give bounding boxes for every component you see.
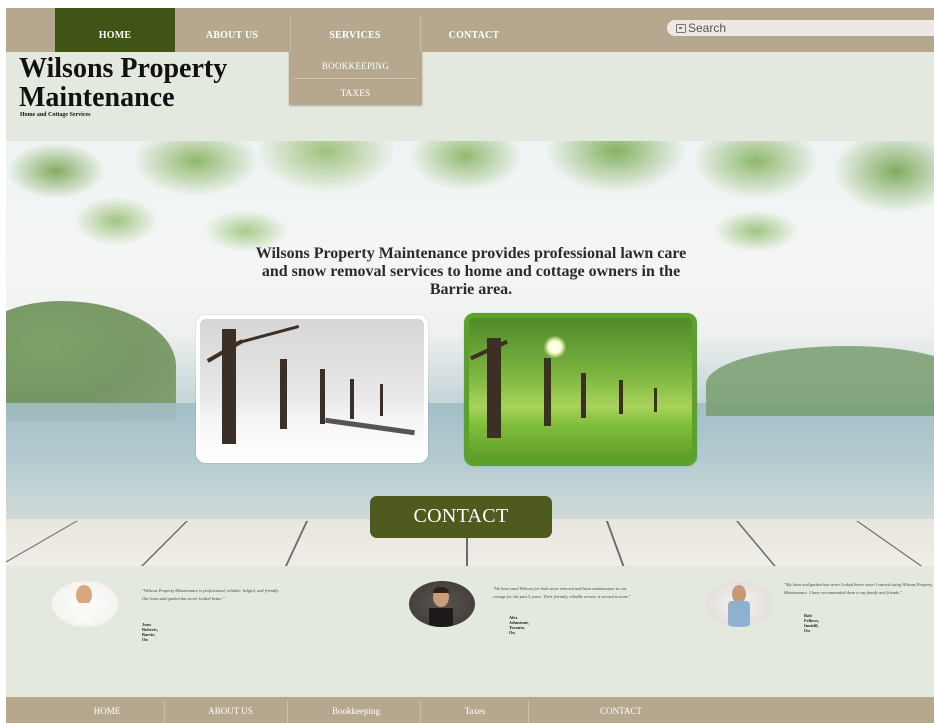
footer-home[interactable]: HOME — [55, 697, 159, 723]
stone-wall — [325, 417, 415, 436]
tree-trunk — [619, 380, 623, 414]
footer-bookkeeping[interactable]: Bookkeeping — [290, 697, 422, 723]
nav-contact[interactable]: CONTACT — [420, 8, 528, 52]
dropdown-item-bookkeeping[interactable]: BOOKKEEPING — [289, 52, 422, 78]
avatar-body — [728, 601, 750, 627]
testimonial-quote: "Wilsons Property Maintenance is profess… — [142, 588, 280, 601]
footer-divider — [528, 700, 529, 722]
services-dropdown: BOOKKEEPING TAXES — [289, 52, 422, 105]
tree-trunk — [581, 373, 586, 418]
avatar-body — [429, 608, 453, 627]
tree-trunk — [380, 384, 383, 416]
page: HOME ABOUT US SERVICES CONTACT Search BO… — [6, 8, 934, 723]
tree-trunk — [350, 379, 354, 419]
winter-trees-photo — [196, 315, 428, 463]
footer-taxes[interactable]: Taxes — [420, 697, 530, 723]
footer-navigation: HOME ABOUT US Bookkeeping Taxes CONTACT — [6, 697, 934, 723]
hill-right-background — [706, 346, 934, 416]
top-navigation: HOME ABOUT US SERVICES CONTACT Search — [6, 8, 934, 52]
tree-trunk — [654, 388, 657, 412]
site-title-line1: Wilsons Property — [19, 53, 228, 84]
avatar — [409, 581, 475, 627]
contact-button[interactable]: CONTACT — [370, 496, 552, 538]
avatar — [52, 581, 118, 627]
tree-trunk — [487, 338, 501, 438]
tree-branch — [230, 324, 300, 347]
testimonial-author: Jean Roberts, Barrie, On — [142, 622, 158, 642]
nav-services[interactable]: SERVICES — [290, 8, 420, 52]
testimonial-quote: "My lawn and garden has never looked bet… — [784, 582, 933, 595]
search-input[interactable]: Search — [667, 20, 934, 36]
hero-description: Wilsons Property Maintenance provides pr… — [255, 245, 687, 298]
avatar-hair — [433, 587, 449, 593]
testimonial-author: Alex Johnstone, Toronto, On — [509, 615, 530, 635]
tree-trunk — [544, 358, 551, 426]
dropdown-item-taxes[interactable]: TAXES — [289, 79, 422, 105]
tree-trunk — [320, 369, 325, 424]
hero-banner: Wilsons Property Maintenance provides pr… — [6, 141, 934, 566]
footer-divider — [287, 700, 288, 722]
testimonial-author: Rob Fellows, Innisfil, On — [804, 613, 820, 633]
avatar-head — [76, 585, 92, 605]
foliage-background — [6, 141, 934, 251]
site-title-line2: Maintenance — [19, 82, 175, 113]
site-tagline: Home and Cottage Services — [20, 112, 91, 118]
site-title[interactable]: Wilsons Property Maintenance — [19, 54, 279, 112]
avatar — [706, 581, 772, 627]
search-icon — [676, 24, 686, 33]
search-placeholder: Search — [688, 21, 727, 35]
summer-trees-photo — [464, 313, 697, 466]
sun-glare — [544, 336, 566, 358]
footer-contact[interactable]: CONTACT — [531, 697, 711, 723]
nav-home[interactable]: HOME — [55, 8, 175, 52]
avatar-body — [76, 603, 94, 623]
testimonial-quote: "We have used Wilsons for both snow remo… — [493, 586, 631, 599]
nav-about-us[interactable]: ABOUT US — [175, 8, 289, 52]
footer-about-us[interactable]: ABOUT US — [168, 697, 293, 723]
tree-trunk — [280, 359, 287, 429]
footer-divider — [164, 700, 165, 722]
